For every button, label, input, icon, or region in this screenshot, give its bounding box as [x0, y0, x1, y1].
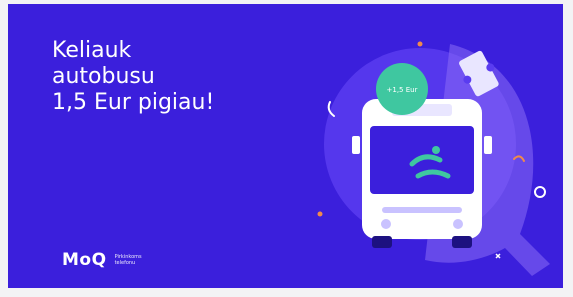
price-badge: +1,5 Eur [376, 63, 428, 115]
brand-block: MoQ Pirkinkoms telefonu [62, 250, 147, 270]
price-badge-label: +1,5 Eur [387, 86, 418, 94]
headline-line-1: Keliauk [52, 38, 132, 63]
brand-tagline-line-2: telefonu [114, 260, 136, 266]
headline-line-2: autobusu [52, 64, 155, 89]
ring-icon [534, 186, 546, 198]
sparkle-dot-icon [417, 41, 423, 47]
headline-line-3: 1,5 Eur pigiau! [52, 90, 215, 115]
bus-icon [352, 99, 492, 248]
promo-headline: Keliauk autobusu 1,5 Eur pigiau! [52, 38, 312, 116]
brand-tagline: Pirkinkoms telefonu [115, 254, 147, 266]
sparkle-cross-icon [495, 253, 501, 259]
sparkle-dot-icon [317, 211, 323, 217]
bus-illustration: +1,5 Eur [317, 41, 550, 276]
promo-banner[interactable]: Keliauk autobusu 1,5 Eur pigiau! MoQ Pir… [8, 4, 563, 288]
brand-logo: MoQ [62, 250, 107, 270]
ad-frame: Keliauk autobusu 1,5 Eur pigiau! MoQ Pir… [0, 0, 573, 297]
